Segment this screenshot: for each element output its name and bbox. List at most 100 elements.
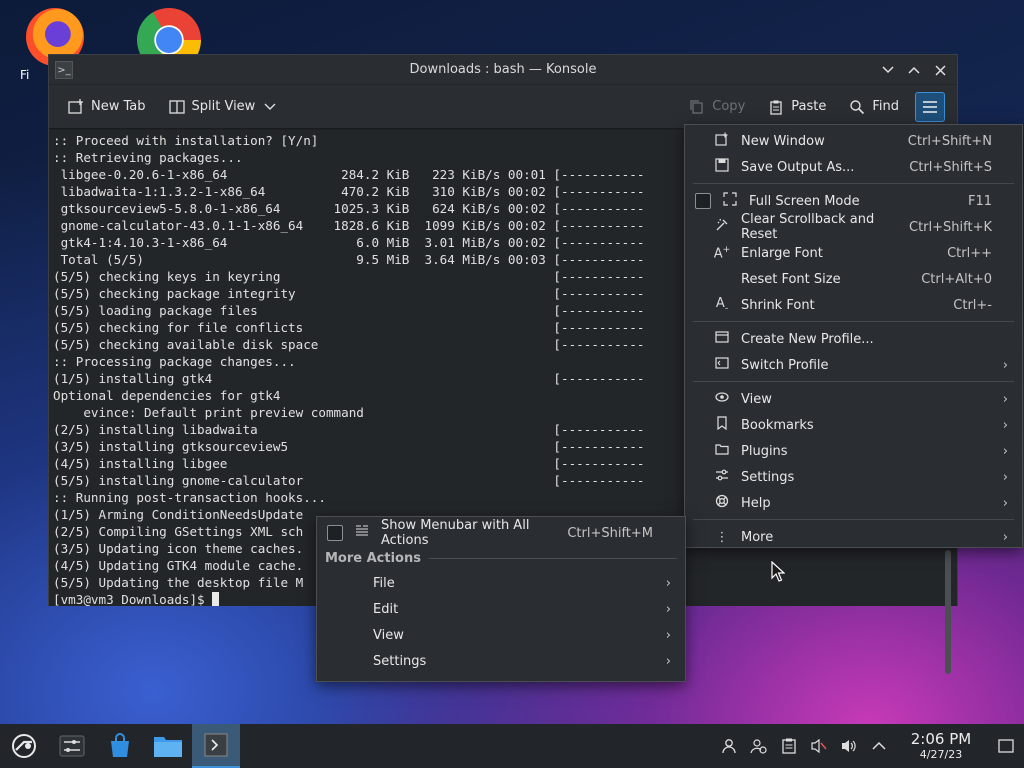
terminal-cursor bbox=[212, 592, 220, 606]
split-view-label: Split View bbox=[191, 99, 256, 114]
window-titlebar[interactable]: >_ Downloads : bash — Konsole bbox=[49, 55, 957, 85]
settings-icon bbox=[713, 468, 731, 486]
copy-button[interactable]: Copy bbox=[682, 94, 751, 120]
hamburger-menu-button[interactable] bbox=[915, 91, 945, 122]
taskbar-konsole[interactable] bbox=[192, 724, 240, 768]
menu-item-full-screen[interactable]: Full Screen Mode F11 bbox=[693, 188, 1014, 214]
chevron-right-icon: › bbox=[1002, 443, 1008, 459]
chevron-right-icon: › bbox=[665, 653, 671, 669]
view-icon bbox=[713, 391, 731, 407]
app-launcher-button[interactable] bbox=[0, 724, 48, 768]
menu-separator bbox=[693, 381, 1014, 382]
shrink-font-icon: A- bbox=[715, 296, 729, 314]
chevron-down-icon[interactable] bbox=[261, 98, 279, 116]
maximize-button[interactable] bbox=[903, 59, 925, 81]
menu-item-plugins[interactable]: Plugins › bbox=[693, 438, 1014, 464]
show-menubar-checkbox[interactable] bbox=[327, 525, 343, 541]
konsole-toolbar: New Tab Split View Copy Paste Find bbox=[49, 85, 957, 129]
taskbar-discover[interactable] bbox=[96, 724, 144, 768]
fullscreen-icon bbox=[721, 192, 739, 210]
chevron-right-icon: › bbox=[665, 601, 671, 617]
paste-label: Paste bbox=[791, 99, 827, 114]
close-button[interactable] bbox=[929, 59, 951, 81]
menu-item-bookmarks[interactable]: Bookmarks › bbox=[693, 412, 1014, 438]
window-title: Downloads : bash — Konsole bbox=[409, 62, 597, 77]
store-bag-icon bbox=[111, 733, 129, 757]
clock-time: 2:06 PM bbox=[910, 730, 972, 748]
find-button[interactable]: Find bbox=[842, 94, 905, 120]
more-icon: ⋮ bbox=[715, 529, 729, 545]
clipboard-icon[interactable] bbox=[774, 724, 804, 768]
settings-sliders-icon bbox=[59, 735, 85, 757]
submenu-item-view[interactable]: View › bbox=[325, 622, 677, 648]
menu-item-switch-profile[interactable]: Switch Profile › bbox=[693, 352, 1014, 378]
new-window-icon bbox=[713, 132, 731, 150]
menu-item-shrink-font[interactable]: A- Shrink Font Ctrl+- bbox=[693, 292, 1014, 318]
hamburger-icon bbox=[923, 100, 937, 113]
copy-icon bbox=[688, 98, 706, 116]
audio-muted-icon[interactable] bbox=[804, 724, 834, 768]
tray-expand-icon[interactable] bbox=[864, 724, 894, 768]
new-profile-icon bbox=[713, 330, 731, 348]
menu-item-save-output[interactable]: Save Output As... Ctrl+Shift+S bbox=[693, 154, 1014, 180]
help-icon bbox=[713, 494, 731, 512]
new-tab-icon bbox=[67, 98, 85, 116]
show-desktop-icon bbox=[998, 739, 1014, 753]
menu-item-view[interactable]: View › bbox=[693, 386, 1014, 412]
menu-item-new-window[interactable]: New Window Ctrl+Shift+N bbox=[693, 128, 1014, 154]
find-label: Find bbox=[872, 99, 899, 114]
search-icon bbox=[848, 98, 866, 116]
chevron-up-icon bbox=[908, 66, 920, 74]
submenu-item-file[interactable]: File › bbox=[325, 570, 677, 596]
clear-icon bbox=[713, 218, 731, 236]
digital-clock[interactable]: 2:06 PM 4/27/23 bbox=[902, 730, 980, 762]
taskbar-dolphin[interactable] bbox=[144, 724, 192, 768]
system-tray: 2:06 PM 4/27/23 bbox=[714, 724, 1024, 768]
menu-item-create-new-profile[interactable]: Create New Profile... bbox=[693, 326, 1014, 352]
konsole-icon bbox=[204, 733, 228, 757]
submenu-item-edit[interactable]: Edit › bbox=[325, 596, 677, 622]
konsole-app-icon[interactable]: >_ bbox=[55, 61, 73, 79]
chevron-right-icon: › bbox=[665, 627, 671, 643]
submenu-item-settings[interactable]: Settings › bbox=[325, 648, 677, 674]
menu-item-help[interactable]: Help › bbox=[693, 490, 1014, 516]
terminal-prompt: [vm3@vm3 Downloads]$ bbox=[53, 592, 213, 607]
chevron-right-icon: › bbox=[1002, 469, 1008, 485]
new-tab-label: New Tab bbox=[91, 99, 146, 114]
user-switch-icon[interactable] bbox=[744, 724, 774, 768]
minimize-button[interactable] bbox=[877, 59, 899, 81]
paste-icon bbox=[767, 98, 785, 116]
bookmarks-icon bbox=[713, 416, 731, 434]
menu-item-settings[interactable]: Settings › bbox=[693, 464, 1014, 490]
volume-icon[interactable] bbox=[834, 724, 864, 768]
menu-separator bbox=[693, 321, 1014, 322]
save-icon bbox=[713, 158, 731, 176]
chevron-right-icon: › bbox=[665, 575, 671, 591]
switch-profile-icon bbox=[713, 356, 731, 374]
menu-item-show-menubar[interactable]: Show Menubar with All Actions Ctrl+Shift… bbox=[325, 518, 677, 548]
chevron-right-icon: › bbox=[1002, 391, 1008, 407]
new-tab-button[interactable]: New Tab bbox=[61, 94, 152, 120]
full-screen-checkbox[interactable] bbox=[695, 193, 711, 209]
steamdeck-launcher-icon bbox=[12, 734, 36, 758]
chevron-down-icon bbox=[882, 66, 894, 74]
clock-date: 4/27/23 bbox=[919, 748, 963, 761]
konsole-main-menu: New Window Ctrl+Shift+N Save Output As..… bbox=[684, 124, 1023, 548]
menu-item-reset-font-size[interactable]: Reset Font Size Ctrl+Alt+0 bbox=[693, 266, 1014, 292]
chevron-right-icon: › bbox=[1002, 495, 1008, 511]
menu-item-clear-scrollback[interactable]: Clear Scrollback and Reset Ctrl+Shift+K bbox=[693, 212, 1014, 242]
mouse-pointer-icon bbox=[771, 560, 786, 587]
menu-item-enlarge-font[interactable]: A+ Enlarge Font Ctrl++ bbox=[693, 240, 1014, 266]
taskbar-settings[interactable] bbox=[48, 724, 96, 768]
user-icon[interactable] bbox=[714, 724, 744, 768]
chevron-right-icon: › bbox=[1002, 357, 1008, 373]
menu-item-more[interactable]: ⋮ More › bbox=[693, 524, 1014, 550]
more-actions-heading: More Actions bbox=[325, 546, 677, 570]
paste-button[interactable]: Paste bbox=[761, 94, 832, 120]
menubar-icon bbox=[353, 524, 371, 542]
split-view-button[interactable]: Split View bbox=[162, 94, 286, 120]
terminal-scrollbar[interactable] bbox=[945, 550, 951, 674]
taskbar: 2:06 PM 4/27/23 bbox=[0, 724, 1024, 768]
plugins-icon bbox=[713, 443, 731, 459]
show-desktop-button[interactable] bbox=[988, 724, 1024, 768]
